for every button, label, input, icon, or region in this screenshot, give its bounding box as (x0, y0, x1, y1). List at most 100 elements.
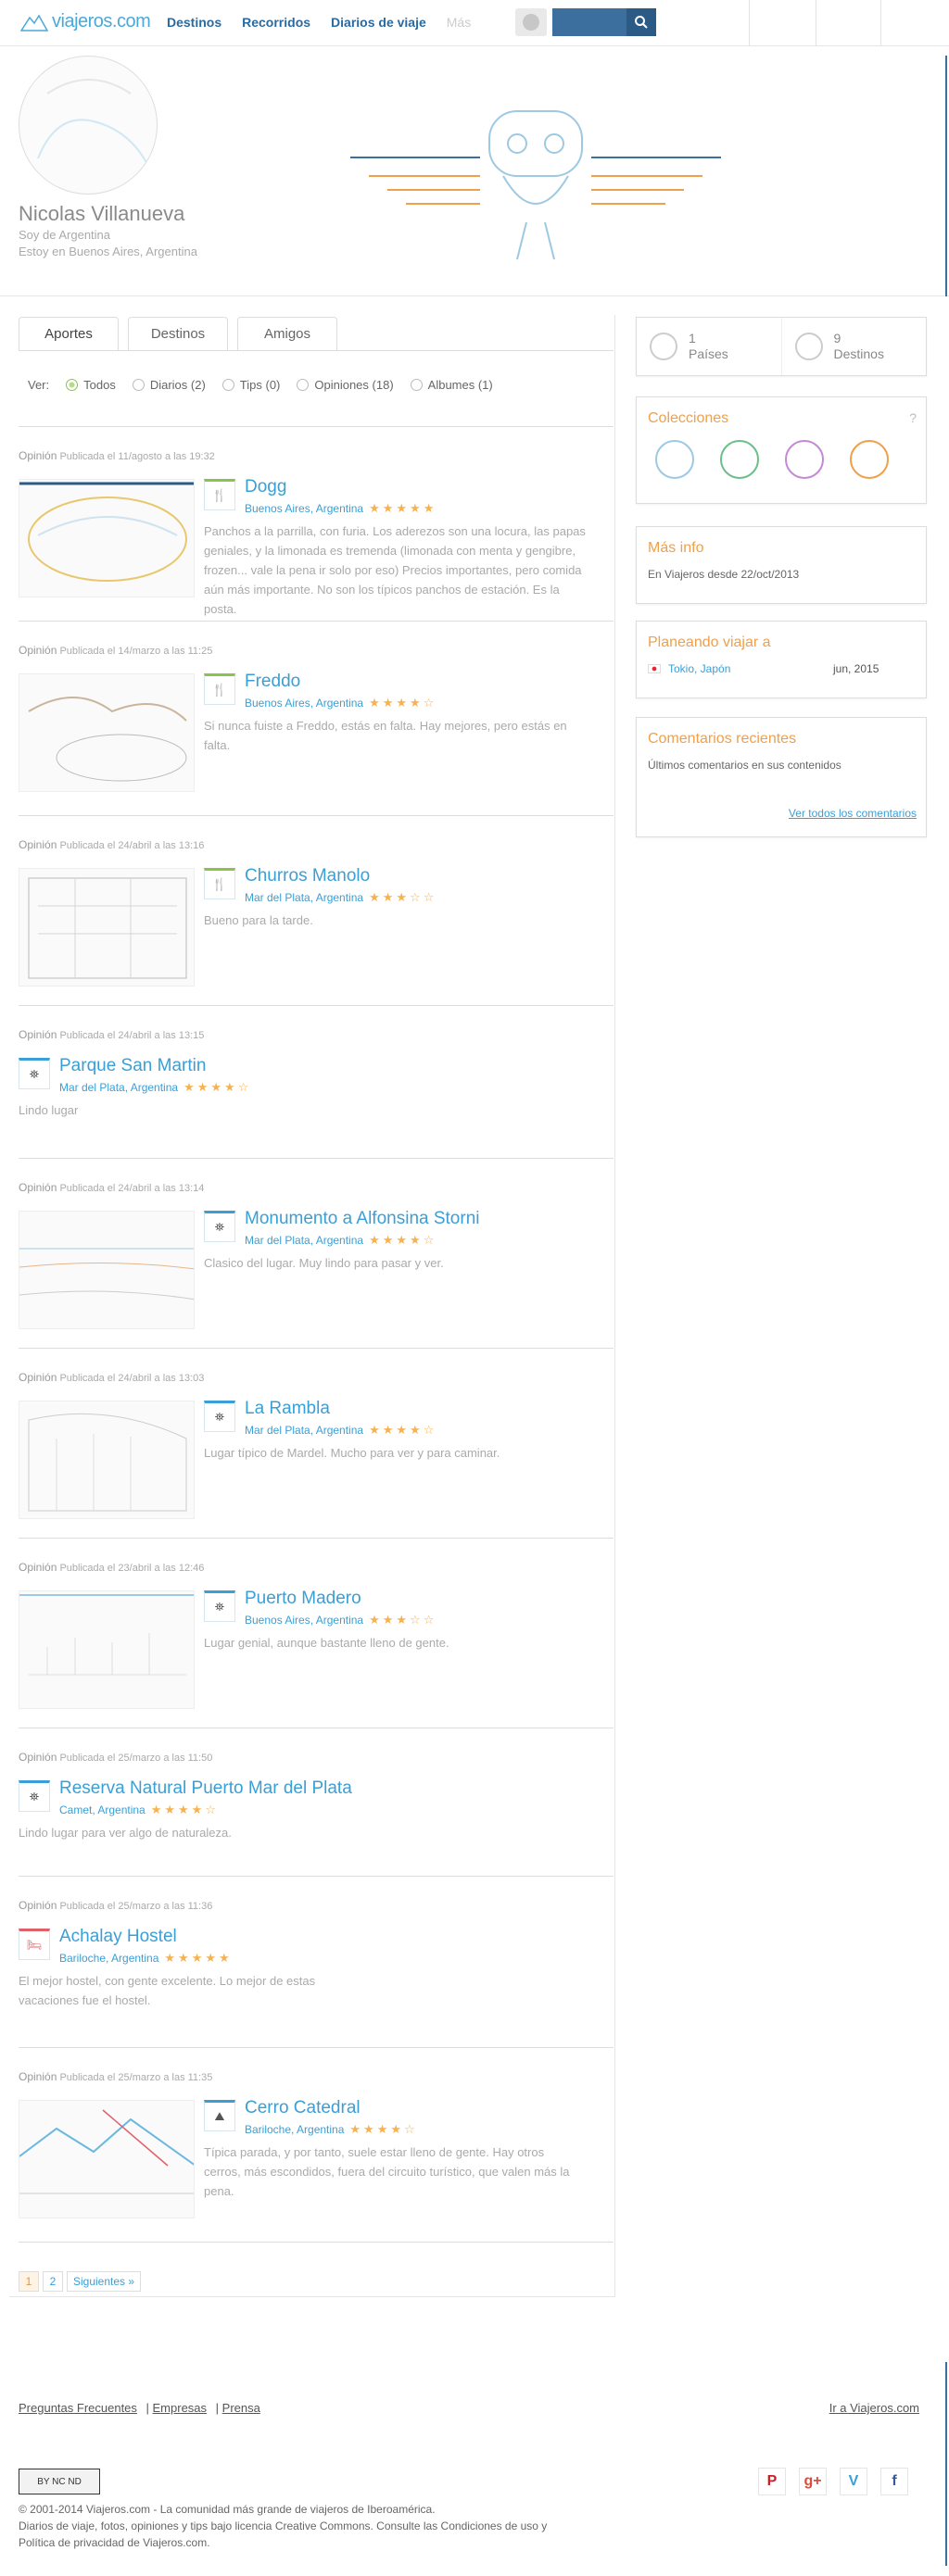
creative-commons-badge[interactable]: BY NC ND (19, 2469, 100, 2494)
view-all-comments-link[interactable]: Ver todos los comentarios (789, 807, 917, 820)
planned-destination-link[interactable]: Tokio, Japón (668, 662, 826, 675)
user-avatar[interactable] (515, 8, 547, 36)
food-photo-sketch (19, 482, 194, 582)
entry-title[interactable]: Churros Manolo (245, 866, 370, 886)
avatar-icon (523, 14, 539, 31)
pinterest-icon[interactable]: P (758, 2468, 786, 2495)
profile-photo[interactable] (19, 56, 158, 195)
entry-type: Opinión (19, 1899, 57, 1912)
press-link[interactable]: Prensa (222, 2401, 260, 2415)
page-edge-bar (945, 56, 947, 296)
opinion-entry: Opinión Publicada el 24/abril a las 13:0… (19, 1348, 614, 1538)
entry-photo[interactable] (19, 1401, 195, 1519)
next-page-button[interactable]: Siguientes » (67, 2271, 142, 2292)
entry-title[interactable]: Freddo (245, 672, 300, 692)
facebook-icon[interactable]: f (880, 2468, 908, 2495)
entry-place: Mar del Plata, Argentina ★★★★☆ (59, 1080, 251, 1095)
entry-place-link[interactable]: Mar del Plata, Argentina (59, 1081, 178, 1094)
entry-place-link[interactable]: Mar del Plata, Argentina (245, 1234, 363, 1247)
help-icon[interactable]: ? (909, 410, 917, 425)
stat-destinations[interactable]: 9 Destinos (782, 318, 927, 375)
collection-badge[interactable] (850, 440, 889, 479)
opinion-entry: Opinión Publicada el 24/abril a las 13:1… (19, 1158, 614, 1348)
restaurant-icon: 🍴 (204, 479, 235, 510)
stat-count: 9 (833, 331, 841, 346)
entry-meta: Opinión Publicada el 25/marzo a las 11:3… (19, 1877, 614, 1917)
stats-card: 1 Países 9 Destinos (636, 317, 927, 376)
entry-date: Publicada el 25/marzo a las 11:50 (59, 1753, 213, 1764)
entry-photo[interactable] (19, 673, 195, 792)
entry-place-link[interactable]: Bariloche, Argentina (245, 2123, 344, 2136)
nav-destinos[interactable]: Destinos (167, 15, 221, 30)
vimeo-icon[interactable]: V (840, 2468, 867, 2495)
attraction-icon: ⛯ (19, 1780, 50, 1812)
entry-photo[interactable] (19, 479, 195, 597)
entry-place-link[interactable]: Bariloche, Argentina (59, 1952, 158, 1965)
entry-photo[interactable] (19, 2100, 195, 2218)
collection-badge[interactable] (720, 440, 759, 479)
nav-recorridos[interactable]: Recorridos (242, 15, 310, 30)
entry-place-link[interactable]: Buenos Aires, Argentina (245, 697, 363, 710)
collection-badge[interactable] (655, 440, 694, 479)
entry-meta: Opinión Publicada el 24/abril a las 13:0… (19, 1349, 614, 1389)
google-plus-icon[interactable]: g+ (799, 2468, 827, 2495)
nav-mas[interactable]: Más (447, 15, 471, 30)
entry-place-link[interactable]: Buenos Aires, Argentina (245, 502, 363, 515)
license-line: Diarios de viaje, fotos, opiniones y tip… (19, 2519, 548, 2532)
opinion-entry: Opinión Publicada el 11/agosto a las 19:… (19, 426, 614, 621)
entry-meta: Opinión Publicada el 24/abril a las 13:1… (19, 1159, 614, 1200)
faq-link[interactable]: Preguntas Frecuentes (19, 2401, 137, 2415)
search-input[interactable] (552, 8, 626, 36)
entry-date: Publicada el 24/abril a las 13:03 (59, 1373, 205, 1384)
site-logo[interactable]: viajeros.com (20, 11, 151, 32)
stat-countries[interactable]: 1 Países (637, 318, 782, 375)
entry-type: Opinión (19, 838, 57, 851)
planned-date: jun, 2015 (833, 662, 879, 675)
entry-place-link[interactable]: Camet, Argentina (59, 1803, 146, 1816)
page-2-button[interactable]: 2 (43, 2271, 63, 2292)
mountain-photo-sketch (19, 2109, 194, 2194)
entry-title[interactable]: Parque San Martin (59, 1056, 206, 1076)
entry-date: Publicada el 24/abril a las 13:15 (59, 1030, 205, 1041)
profile-name: Nicolas Villanueva (19, 202, 185, 225)
comments-description: Últimos comentarios en sus contenidos (648, 759, 841, 772)
food-photo-sketch (28, 697, 187, 782)
search-icon (635, 16, 648, 29)
card-title: Más info (648, 540, 704, 556)
pagination: 1 2 Siguientes » (19, 2271, 142, 2292)
harbor-photo-sketch (19, 1594, 194, 1676)
go-to-viajeros-link[interactable]: Ir a Viajeros.com (829, 2401, 919, 2415)
entry-photo[interactable] (19, 868, 195, 986)
page-1-button[interactable]: 1 (19, 2271, 39, 2292)
profile-origin: Soy de Argentina (19, 228, 111, 242)
privacy-line: Política de privacidad de Viajeros.com. (19, 2536, 210, 2549)
card-title: Colecciones (648, 410, 729, 426)
entry-place-link[interactable]: Mar del Plata, Argentina (245, 891, 363, 904)
entry-title[interactable]: Cerro Catedral (245, 2098, 361, 2118)
collection-badge[interactable] (785, 440, 824, 479)
entry-title[interactable]: Dogg (245, 477, 286, 497)
rating-stars: ★★★★☆ (369, 1233, 437, 1247)
entry-photo[interactable] (19, 1590, 195, 1709)
entry-place: Mar del Plata, Argentina ★★★★☆ (245, 1423, 437, 1438)
nav-diarios[interactable]: Diarios de viaje (331, 15, 426, 30)
entry-title[interactable]: Reserva Natural Puerto Mar del Plata (59, 1778, 352, 1799)
copyright-text: © 2001-2014 Viajeros.com - La comunidad … (19, 2501, 575, 2551)
profile-current: Estoy en Buenos Aires, Argentina (19, 245, 197, 258)
companies-link[interactable]: Empresas (153, 2401, 208, 2415)
entry-title[interactable]: Puerto Madero (245, 1589, 361, 1609)
entry-photo[interactable] (19, 1211, 195, 1329)
entry-title[interactable]: La Rambla (245, 1399, 330, 1419)
search-button[interactable] (626, 8, 656, 36)
entry-place-link[interactable]: Buenos Aires, Argentina (245, 1614, 363, 1627)
header-divider (880, 0, 881, 46)
stat-label: Países (689, 346, 728, 361)
stat-count: 1 (689, 331, 696, 346)
collections-card: Colecciones ? (636, 396, 927, 504)
rating-stars: ★★★★★ (164, 1951, 233, 1965)
recent-comments-card: Comentarios recientes Últimos comentario… (636, 717, 927, 837)
entry-place-link[interactable]: Mar del Plata, Argentina (245, 1424, 363, 1437)
entry-title[interactable]: Achalay Hostel (59, 1927, 177, 1947)
entry-title[interactable]: Monumento a Alfonsina Storni (245, 1209, 480, 1229)
entry-type: Opinión (19, 2070, 57, 2083)
